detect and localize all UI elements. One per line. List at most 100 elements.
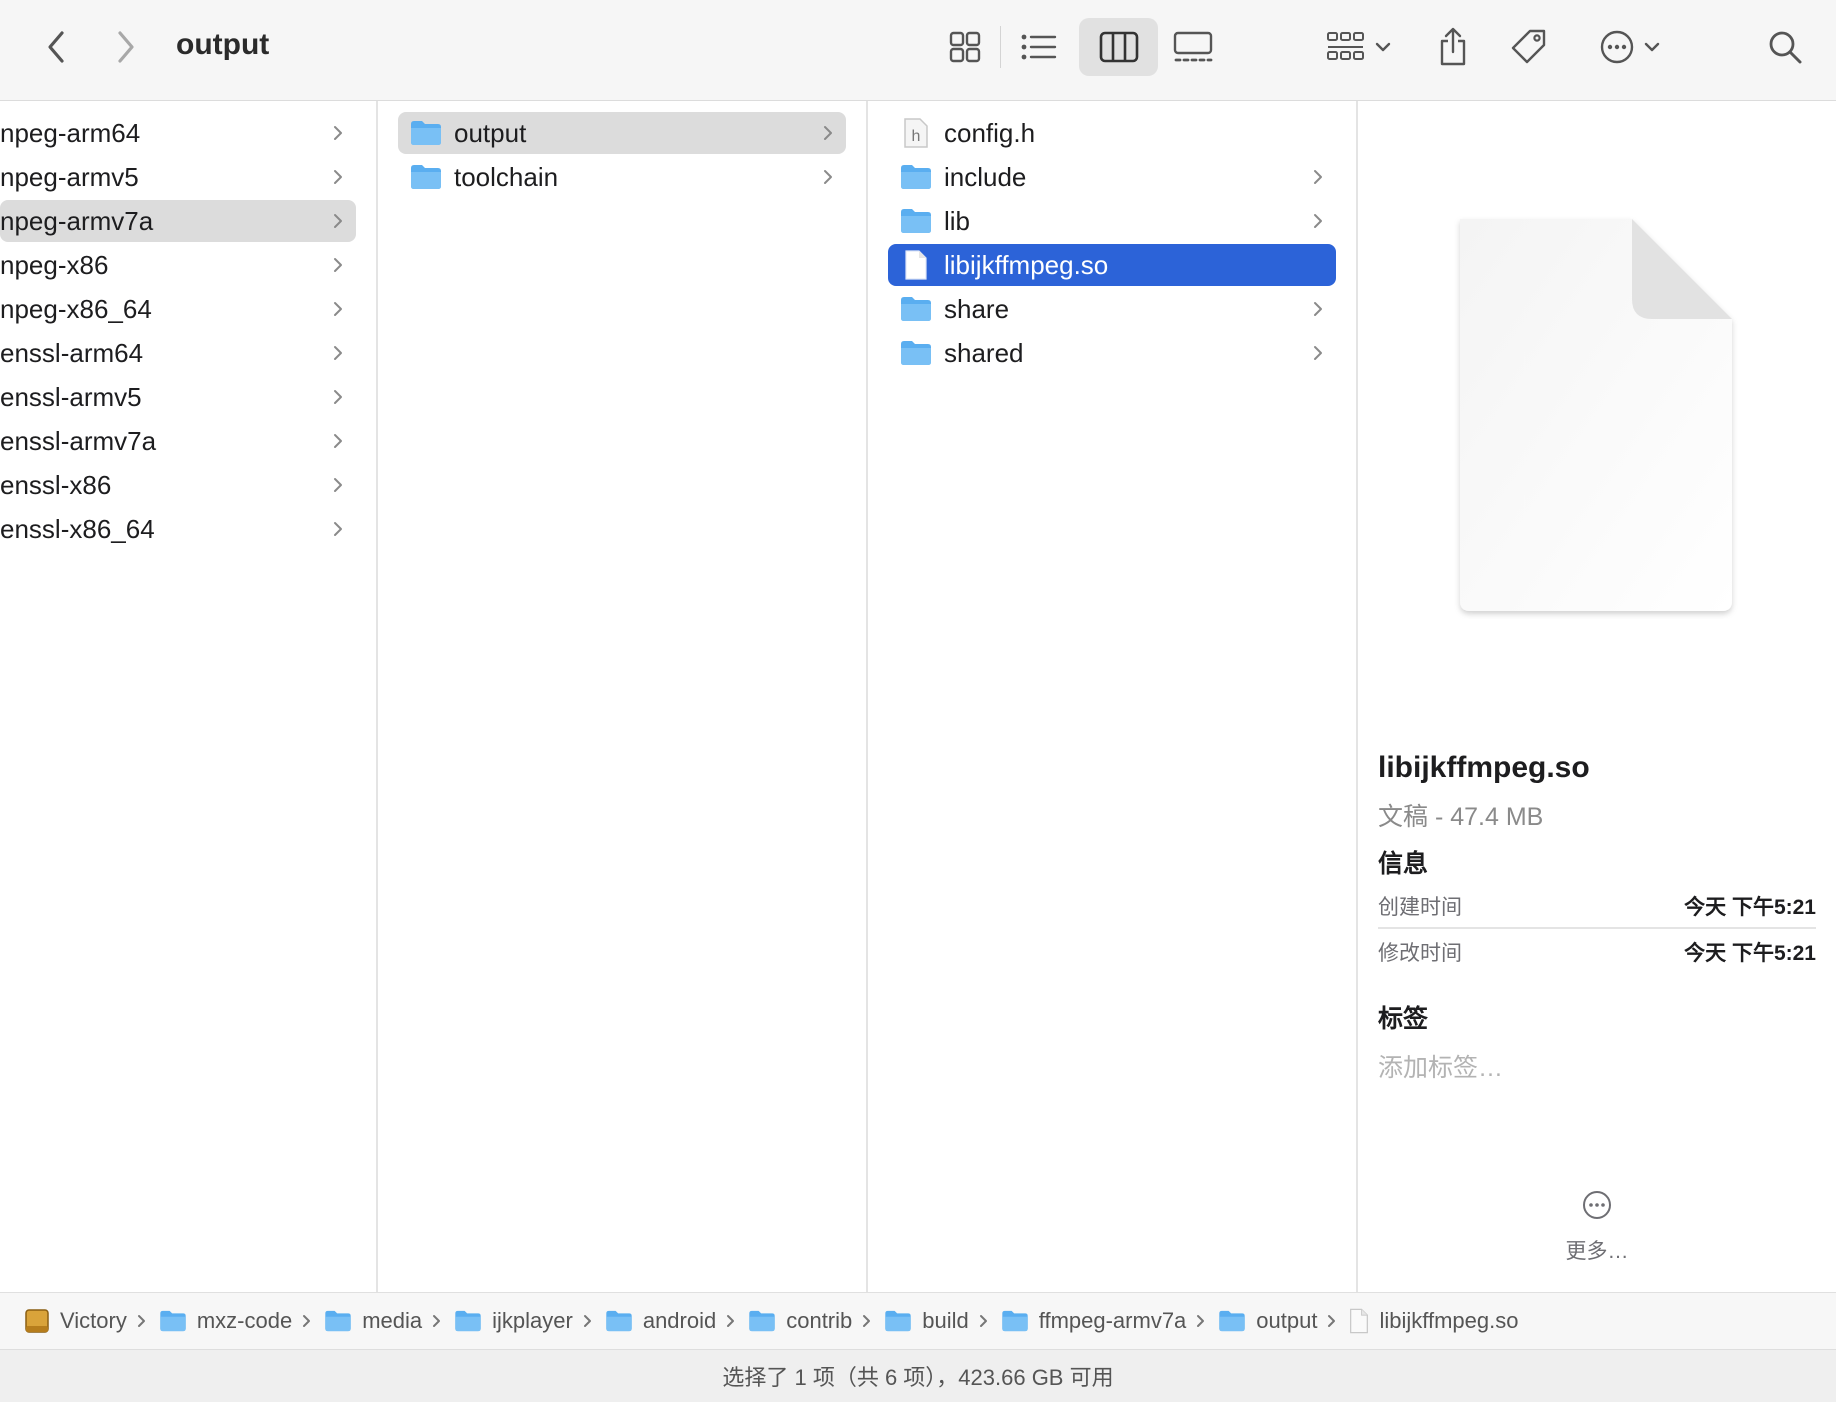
tag-icon xyxy=(1511,29,1546,64)
list-item[interactable]: enssl-arm64 xyxy=(0,332,356,374)
list-item-selected[interactable]: libijkffmpeg.so xyxy=(888,244,1336,286)
modified-label: 修改时间 xyxy=(1378,942,1462,965)
list-item[interactable]: include xyxy=(888,156,1336,198)
folder-icon xyxy=(410,163,442,191)
column-2 xyxy=(378,101,866,1292)
breadcrumb-label: libijkffmpeg.so xyxy=(1379,1308,1519,1333)
folder-icon xyxy=(324,1310,352,1332)
icon-view-button[interactable] xyxy=(940,18,990,76)
chevron-down-icon xyxy=(1644,42,1660,52)
list-item-selected[interactable]: npeg-armv7a xyxy=(0,200,356,242)
list-item[interactable]: lib xyxy=(888,200,1336,242)
column-view-button[interactable] xyxy=(1079,18,1158,76)
folder-icon xyxy=(900,339,932,367)
ellipsis-circle-icon xyxy=(1600,30,1634,64)
more-button[interactable] xyxy=(1358,1189,1836,1226)
list-item-label: npeg-x86 xyxy=(0,249,109,280)
breadcrumb-label: Victory xyxy=(60,1308,127,1333)
breadcrumb-item[interactable]: libijkffmpeg.so xyxy=(1349,1308,1518,1334)
list-item-label: enssl-armv7a xyxy=(0,425,157,456)
chevron-right-icon xyxy=(822,156,834,198)
ellipsis-circle-icon xyxy=(1583,1191,1611,1219)
group-by-icon xyxy=(1327,32,1364,60)
chevron-right-icon xyxy=(1312,200,1324,242)
breadcrumb-item[interactable]: contrib xyxy=(748,1308,852,1334)
breadcrumb-item[interactable]: output xyxy=(1218,1308,1317,1334)
chevron-right-icon xyxy=(118,31,134,63)
group-by-button[interactable] xyxy=(1320,18,1398,76)
list-item[interactable]: npeg-x86 xyxy=(0,244,356,286)
list-item[interactable]: npeg-arm64 xyxy=(0,112,356,154)
folder-icon xyxy=(900,207,932,235)
gallery-view-button[interactable] xyxy=(1170,18,1216,76)
chevron-right-icon xyxy=(1312,156,1324,198)
list-item-label: npeg-armv7a xyxy=(0,205,154,236)
svg-text:h: h xyxy=(912,128,921,145)
breadcrumb-item[interactable]: ijkplayer xyxy=(454,1308,573,1334)
list-item-label: npeg-x86_64 xyxy=(0,293,152,324)
path-bar: Victory mxz-code media ijkplayer android… xyxy=(0,1292,1836,1349)
gallery-view-icon xyxy=(1173,31,1213,62)
folder-icon xyxy=(159,1310,187,1332)
search-button[interactable] xyxy=(1762,18,1808,76)
list-item-label: shared xyxy=(944,337,1024,368)
breadcrumb-label: mxz-code xyxy=(196,1308,293,1333)
list-item[interactable]: h config.h xyxy=(888,112,1336,154)
back-button[interactable] xyxy=(34,22,78,72)
column-view-icon xyxy=(1099,31,1138,63)
breadcrumb-item[interactable]: android xyxy=(605,1308,716,1334)
folder-icon xyxy=(900,295,932,323)
list-view-button[interactable] xyxy=(1014,18,1064,76)
forward-button[interactable] xyxy=(104,22,148,72)
folder-icon xyxy=(454,1310,482,1332)
chevron-right-icon xyxy=(332,244,344,286)
divider xyxy=(1378,927,1816,929)
chevron-right-icon xyxy=(862,1313,872,1329)
list-item-selected[interactable]: output xyxy=(398,112,846,154)
list-item[interactable]: npeg-armv5 xyxy=(0,156,356,198)
chevron-right-icon xyxy=(822,112,834,154)
breadcrumb-item[interactable]: Victory xyxy=(24,1308,127,1334)
list-item[interactable]: enssl-x86 xyxy=(0,464,356,506)
list-item-label: include xyxy=(944,161,1027,192)
toolbar: output xyxy=(0,0,1836,101)
more-label[interactable]: 更多… xyxy=(1358,1235,1836,1265)
folder-icon xyxy=(1218,1310,1246,1332)
list-item[interactable]: enssl-x86_64 xyxy=(0,508,356,550)
breadcrumb-item[interactable]: media xyxy=(324,1308,422,1334)
folder-icon xyxy=(748,1310,776,1332)
list-item[interactable]: npeg-x86_64 xyxy=(0,288,356,330)
list-item-label: enssl-armv5 xyxy=(0,381,142,412)
tag-button[interactable] xyxy=(1506,18,1552,76)
list-view-icon xyxy=(1021,34,1057,60)
list-item-label: output xyxy=(454,117,527,148)
info-heading: 信息 xyxy=(1378,850,1429,878)
breadcrumb-item[interactable]: ffmpeg-armv7a xyxy=(1001,1308,1186,1334)
chevron-right-icon xyxy=(137,1313,147,1329)
breadcrumb-item[interactable]: mxz-code xyxy=(159,1308,292,1334)
document-icon xyxy=(1349,1308,1369,1334)
breadcrumb-item[interactable]: build xyxy=(884,1308,969,1334)
share-icon xyxy=(1440,27,1466,66)
breadcrumb-label: media xyxy=(362,1308,423,1333)
list-item[interactable]: toolchain xyxy=(398,156,846,198)
share-button[interactable] xyxy=(1432,18,1474,76)
list-item[interactable]: enssl-armv7a xyxy=(0,420,356,462)
breadcrumb-label: build xyxy=(922,1308,969,1333)
list-item[interactable]: enssl-armv5 xyxy=(0,376,356,418)
chevron-left-icon xyxy=(48,31,64,63)
folder-icon xyxy=(884,1310,912,1332)
list-item[interactable]: share xyxy=(888,288,1336,330)
window-title: output xyxy=(176,28,270,61)
toolbar-separator xyxy=(1000,26,1001,68)
chevron-right-icon xyxy=(332,156,344,198)
list-item-label: enssl-x86_64 xyxy=(0,513,155,544)
add-tags-field[interactable]: 添加标签… xyxy=(1378,1048,1503,1084)
chevron-right-icon xyxy=(332,508,344,550)
chevron-right-icon xyxy=(332,288,344,330)
chevron-right-icon xyxy=(332,376,344,418)
more-actions-button[interactable] xyxy=(1592,18,1668,76)
created-value: 今天 下午5:21 xyxy=(1684,896,1816,919)
header-file-icon: h xyxy=(900,118,932,148)
list-item[interactable]: shared xyxy=(888,332,1336,374)
